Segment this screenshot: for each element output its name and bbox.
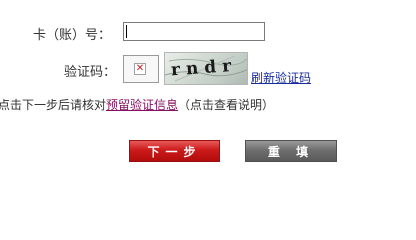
card-number-input[interactable] <box>123 22 265 41</box>
captcha-label: 验证码： <box>64 65 117 80</box>
broken-image-icon: ✕ <box>134 63 146 75</box>
text-caret <box>126 25 127 38</box>
captcha-image-graphic: rndr <box>165 55 247 82</box>
refresh-captcha-link[interactable]: 刷新验证码 <box>251 69 311 86</box>
captcha-input[interactable]: ✕ <box>123 55 159 83</box>
info-suffix-text: （点击查看说明） <box>178 98 275 112</box>
info-prefix-text: 点击下一步后请核对 <box>0 98 107 112</box>
next-step-button[interactable]: 下一步 <box>129 140 220 162</box>
reset-button[interactable]: 重 填 <box>245 140 337 162</box>
card-number-label: 卡（账）号： <box>33 28 112 43</box>
login-step-page: 卡（账）号： 验证码： ✕ rndr 刷新验证码 点击下一步后请核对预留验证信息… <box>0 0 416 227</box>
verification-info-line: 点击下一步后请核对预留验证信息（点击查看说明） <box>0 96 274 113</box>
reserved-info-link[interactable]: 预留验证信息 <box>106 98 178 112</box>
captcha-text: rndr <box>170 56 237 81</box>
captcha-image[interactable]: rndr <box>164 52 248 85</box>
